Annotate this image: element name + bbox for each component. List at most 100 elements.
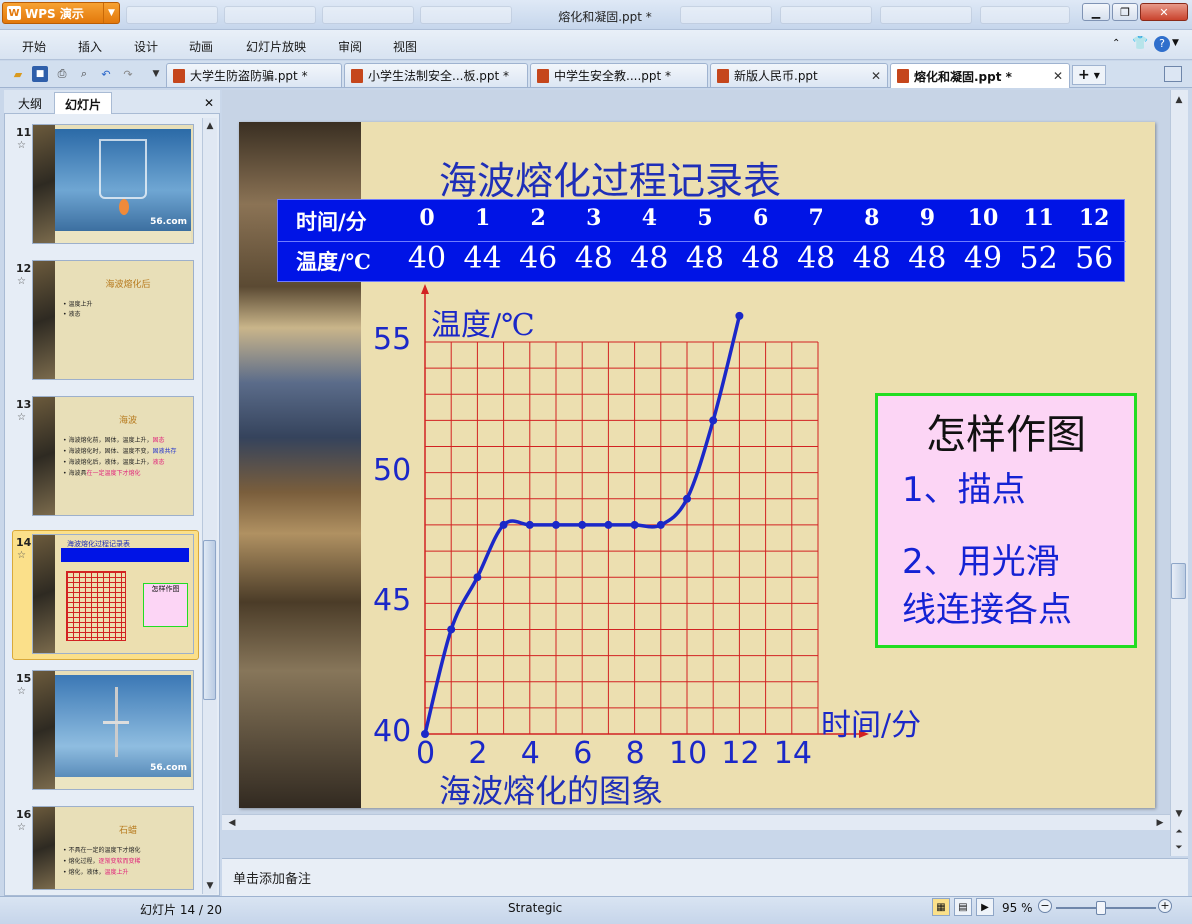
thumbnail-decoration bbox=[33, 397, 55, 515]
x-tick-label: 0 bbox=[416, 736, 436, 771]
scroll-up-icon[interactable]: ▲ bbox=[202, 118, 218, 134]
tab-list-icon[interactable] bbox=[1164, 66, 1182, 82]
new-tab-button[interactable]: + ▼ bbox=[1072, 65, 1106, 85]
redo-icon[interactable]: ↷ bbox=[120, 66, 136, 82]
notes-pane[interactable] bbox=[222, 858, 1188, 896]
slide-thumbnail-15[interactable]: 56.com bbox=[32, 670, 194, 790]
slide-thumbnail-16[interactable]: 石蜡 • 不具在一定的温度下才熔化 • 熔化过程，逐渐变软而变稀 • 熔化，液体… bbox=[32, 806, 194, 890]
video-footer bbox=[55, 777, 191, 789]
scroll-down-icon[interactable]: ▼ bbox=[1171, 806, 1187, 822]
chevron-down-icon[interactable]: ▼ bbox=[1172, 38, 1179, 48]
zoom-slider-knob[interactable] bbox=[1096, 901, 1106, 915]
chevron-down-icon: ▼ bbox=[103, 3, 119, 23]
background-window-tab[interactable] bbox=[126, 6, 218, 24]
save-icon[interactable]: ■ bbox=[32, 66, 48, 82]
howto-step-2a: 2、用光滑 bbox=[902, 542, 1060, 582]
doc-tab[interactable]: 小学生法制安全...板.ppt * bbox=[344, 63, 528, 87]
wps-app-menu-button[interactable]: W WPS 演示 ▼ bbox=[2, 2, 120, 24]
data-point bbox=[630, 520, 639, 529]
menu-slideshow[interactable]: 幻灯片放映 bbox=[246, 38, 306, 55]
data-point bbox=[447, 625, 456, 634]
background-window-tab[interactable] bbox=[322, 6, 414, 24]
thumbnail-title: 海波 bbox=[118, 416, 137, 426]
data-point bbox=[683, 494, 691, 503]
close-tab-icon[interactable]: ✕ bbox=[871, 69, 881, 83]
thumbnail-line: • 熔化，液体，温度上升 bbox=[63, 869, 129, 876]
menu-review[interactable]: 审阅 bbox=[338, 38, 362, 55]
doc-tab-label: 小学生法制安全...板.ppt * bbox=[368, 69, 510, 83]
video-frame: 56.com bbox=[55, 675, 191, 777]
data-point bbox=[525, 520, 534, 529]
print-preview-icon[interactable]: ⌕ bbox=[76, 66, 92, 82]
zoom-in-icon[interactable]: + bbox=[1158, 899, 1172, 913]
slide-thumbnail-11[interactable]: 56.com bbox=[32, 124, 194, 244]
thumbnail-howto-box: 怎样作图 bbox=[143, 583, 188, 627]
scroll-right-icon[interactable]: ▶ bbox=[1152, 815, 1168, 831]
notes-placeholder[interactable]: 单击添加备注 bbox=[233, 868, 311, 887]
ppt-file-icon bbox=[717, 68, 729, 83]
slideshow-icon[interactable]: ▶ bbox=[976, 898, 994, 916]
x-tick-label: 14 bbox=[773, 736, 812, 771]
help-icon[interactable]: ? bbox=[1154, 36, 1170, 52]
background-window-tab[interactable] bbox=[880, 6, 972, 24]
menu-design[interactable]: 设计 bbox=[134, 38, 158, 55]
customize-toolbar-icon[interactable]: ▼ bbox=[148, 66, 164, 82]
vertical-scroll-thumb[interactable] bbox=[1171, 563, 1186, 599]
slide-number: 12 bbox=[16, 262, 32, 275]
close-panel-icon[interactable]: ✕ bbox=[204, 96, 214, 110]
slide-thumbnail-14[interactable]: 海波熔化过程记录表 怎样作图 bbox=[32, 534, 194, 654]
transition-star-icon: ☆ bbox=[17, 822, 26, 833]
background-window-tab[interactable] bbox=[780, 6, 872, 24]
chart-axes bbox=[421, 284, 869, 738]
previous-slide-icon[interactable]: ⏶ bbox=[1171, 824, 1187, 840]
close-tab-icon[interactable]: ✕ bbox=[1053, 69, 1063, 83]
close-window-button[interactable]: ✕ bbox=[1140, 3, 1188, 21]
menu-animation[interactable]: 动画 bbox=[189, 38, 213, 55]
doc-tab[interactable]: 大学生防盗防骗.ppt * bbox=[166, 63, 342, 87]
skin-icon[interactable]: 👕 bbox=[1132, 36, 1148, 51]
menu-view[interactable]: 视图 bbox=[393, 38, 417, 55]
background-window-tab[interactable] bbox=[224, 6, 316, 24]
wps-logo-icon: W bbox=[7, 6, 21, 20]
how-to-plot-box[interactable]: 怎样作图 1、描点 2、用光滑 线连接各点 bbox=[875, 393, 1137, 648]
chart-caption[interactable]: 海波熔化的图象 bbox=[439, 766, 663, 808]
print-icon[interactable]: ⎙ bbox=[54, 66, 70, 82]
maximize-button[interactable]: ❐ bbox=[1112, 3, 1138, 21]
zoom-out-icon[interactable]: − bbox=[1038, 899, 1052, 913]
slide-thumbnail-13[interactable]: 海波 • 海波熔化前，固体，温度上升，固态 • 海波熔化时，固体、温度不变，固液… bbox=[32, 396, 194, 516]
background-window-tab[interactable] bbox=[420, 6, 512, 24]
slide-sorter-icon[interactable]: ▤ bbox=[954, 898, 972, 916]
open-folder-icon[interactable]: ▰ bbox=[10, 66, 26, 82]
next-slide-icon[interactable]: ⏷ bbox=[1171, 840, 1187, 856]
doc-tab[interactable]: 中学生安全教....ppt * bbox=[530, 63, 708, 87]
doc-tab[interactable]: 新版人民币.ppt ✕ bbox=[710, 63, 888, 87]
current-slide[interactable]: 海波熔化过程记录表 时间/分 温度/℃ 0 1 2 3 4 5 6 7 8 9 10 11 12 40 4… bbox=[239, 122, 1155, 808]
scroll-up-icon[interactable]: ▲ bbox=[1171, 92, 1187, 108]
tab-outline[interactable]: 大纲 bbox=[8, 92, 52, 114]
tab-slides[interactable]: 幻灯片 bbox=[54, 92, 113, 114]
scroll-left-icon[interactable]: ◀ bbox=[224, 815, 240, 831]
minimize-button[interactable]: ▁ bbox=[1082, 3, 1110, 21]
normal-view-icon[interactable]: ▦ bbox=[932, 898, 950, 916]
thumbnail-decoration bbox=[33, 125, 55, 243]
x-tick-label: 8 bbox=[625, 736, 645, 771]
slide-thumbnail-12[interactable]: 海波熔化后 • 温度上升 • 液态 bbox=[32, 260, 194, 380]
background-window-tab[interactable] bbox=[680, 6, 772, 24]
background-window-tab[interactable] bbox=[980, 6, 1070, 24]
doc-tab-active[interactable]: 熔化和凝固.ppt * ✕ bbox=[890, 63, 1070, 88]
slides-panel-scroll-thumb[interactable] bbox=[203, 540, 216, 700]
scroll-down-icon[interactable]: ▼ bbox=[202, 878, 218, 894]
y-tick-label: 50 bbox=[373, 452, 412, 488]
doc-tab-label: 熔化和凝固.ppt * bbox=[914, 69, 1012, 84]
undo-icon[interactable]: ↶ bbox=[98, 66, 114, 82]
ribbon-collapse-icon[interactable]: ⌃ bbox=[1112, 38, 1120, 49]
x-tick-label: 12 bbox=[721, 736, 760, 771]
vertical-scrollbar[interactable] bbox=[1170, 90, 1188, 856]
plus-icon: + bbox=[1078, 67, 1090, 83]
slides-panel-scrollbar[interactable] bbox=[202, 118, 217, 894]
menu-home[interactable]: 开始 bbox=[22, 38, 46, 55]
horizontal-scrollbar[interactable] bbox=[222, 814, 1170, 830]
data-point bbox=[656, 520, 665, 529]
menu-insert[interactable]: 插入 bbox=[78, 38, 102, 55]
zoom-slider-track[interactable] bbox=[1056, 907, 1156, 909]
